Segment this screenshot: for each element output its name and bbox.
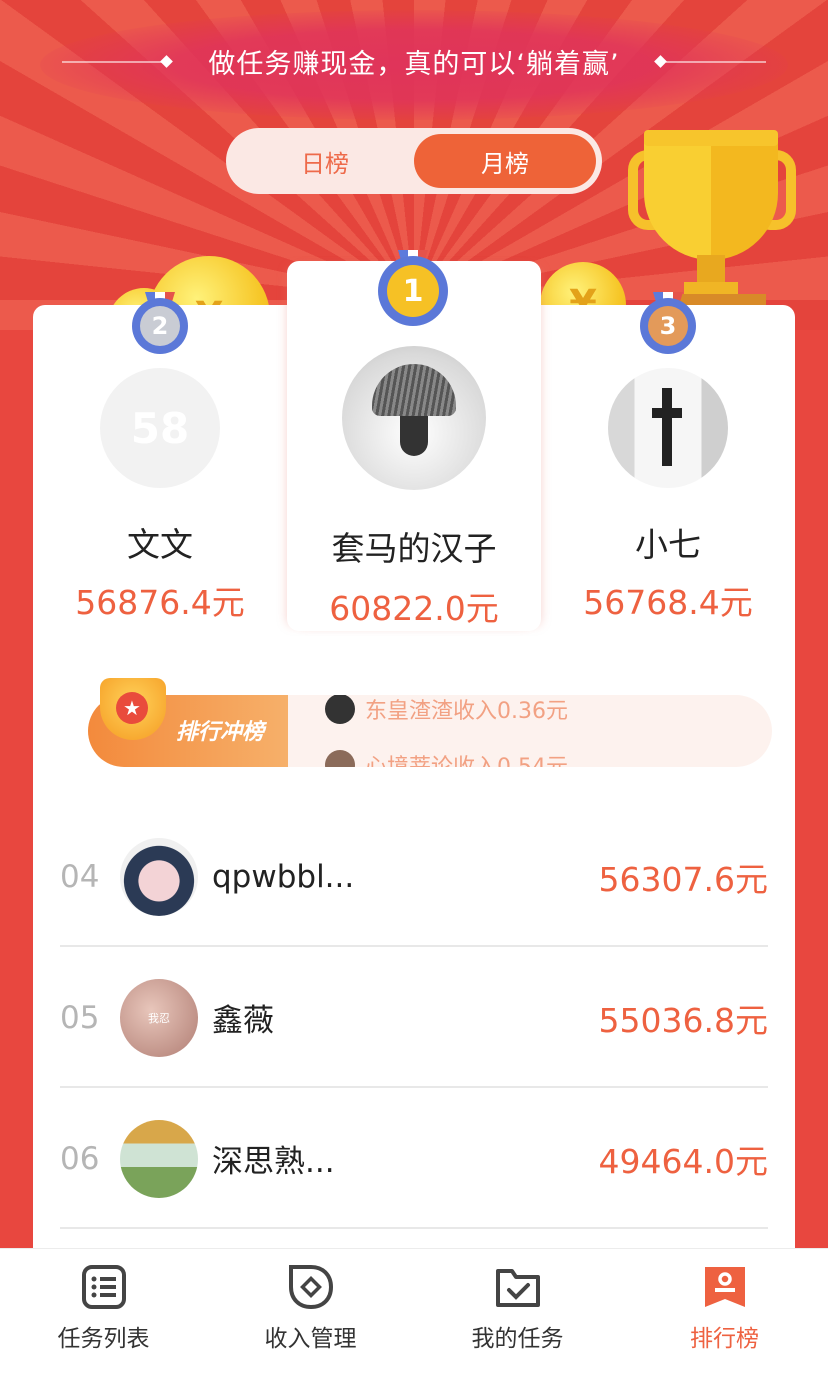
list-item[interactable]: 05 我忍 鑫薇 55036.8元 — [60, 947, 768, 1088]
list-item[interactable]: 06 深思熟... 49464.0元 — [60, 1088, 768, 1229]
podium-name: 小七 — [635, 525, 701, 564]
avatar — [325, 695, 355, 724]
tab-monthly-ranking[interactable]: 月榜 — [414, 134, 596, 188]
avatar — [120, 1120, 198, 1198]
rush-label: 排行冲榜 — [176, 720, 265, 745]
tab-ranking[interactable]: 排行榜 — [621, 1249, 828, 1373]
folder-check-icon — [496, 1269, 540, 1307]
bronze-medal-icon: 3 — [640, 298, 696, 354]
tab-task-list[interactable]: 任务列表 — [0, 1249, 207, 1373]
podium-name: 文文 — [127, 525, 193, 564]
silver-medal-icon: 2 — [132, 298, 188, 354]
user-name: 深思熟... — [212, 1144, 335, 1180]
tab-my-tasks[interactable]: 我的任务 — [414, 1249, 621, 1373]
tab-income-management[interactable]: 收入管理 — [207, 1249, 414, 1373]
income-amount: 49464.0元 — [598, 1141, 768, 1181]
ticker-item: 心境菩论收入0.54元 — [325, 749, 568, 767]
rank-number: 04 — [60, 858, 100, 895]
avatar — [120, 838, 198, 916]
tab-label: 排行榜 — [690, 1326, 759, 1352]
ranking-icon — [705, 1267, 745, 1307]
star-icon: ★ — [116, 692, 148, 724]
first-place: 套马的汉子 60822.0元 — [292, 522, 536, 630]
bottom-tab-bar: 任务列表 收入管理 我的任务 排行榜 — [0, 1248, 828, 1373]
income-icon — [289, 1265, 334, 1310]
rank-number: 05 — [60, 999, 100, 1036]
podium-amount: 56876.4元 — [75, 583, 245, 622]
period-toggle: 日榜 月榜 — [226, 128, 602, 194]
avatar — [325, 750, 355, 767]
ticker-item: 东皇渣渣收入0.36元 — [325, 695, 568, 725]
podium-amount: 60822.0元 — [329, 589, 499, 628]
tab-daily-ranking[interactable]: 日榜 — [234, 134, 416, 188]
divider — [60, 1227, 768, 1229]
podium-amount: 56768.4元 — [583, 583, 753, 622]
third-place: 小七 56768.4元 — [548, 518, 788, 624]
gold-medal-icon: 1 — [378, 256, 448, 326]
tab-label: 我的任务 — [471, 1326, 564, 1352]
income-ticker: 东皇渣渣收入0.36元 心境菩论收入0.54元 — [325, 695, 745, 767]
income-amount: 55036.8元 — [598, 1000, 768, 1040]
list-item[interactable]: 04 qpwbbl... 56307.6元 — [60, 806, 768, 947]
podium-name: 套马的汉子 — [331, 529, 497, 568]
avatar: 我忍 — [120, 979, 198, 1057]
avatar[interactable]: 58 — [100, 368, 220, 488]
slogan-divider-right — [666, 61, 766, 63]
user-name: qpwbbl... — [212, 858, 355, 895]
income-amount: 56307.6元 — [598, 859, 768, 899]
avatar[interactable] — [608, 368, 728, 488]
list-icon — [82, 1265, 126, 1309]
second-place: 文文 56876.4元 — [40, 518, 280, 624]
user-name: 鑫薇 — [212, 1003, 274, 1039]
tab-label: 收入管理 — [264, 1326, 357, 1352]
rank-number: 06 — [60, 1140, 100, 1177]
avatar[interactable] — [342, 346, 486, 490]
tab-label: 任务列表 — [57, 1326, 150, 1352]
